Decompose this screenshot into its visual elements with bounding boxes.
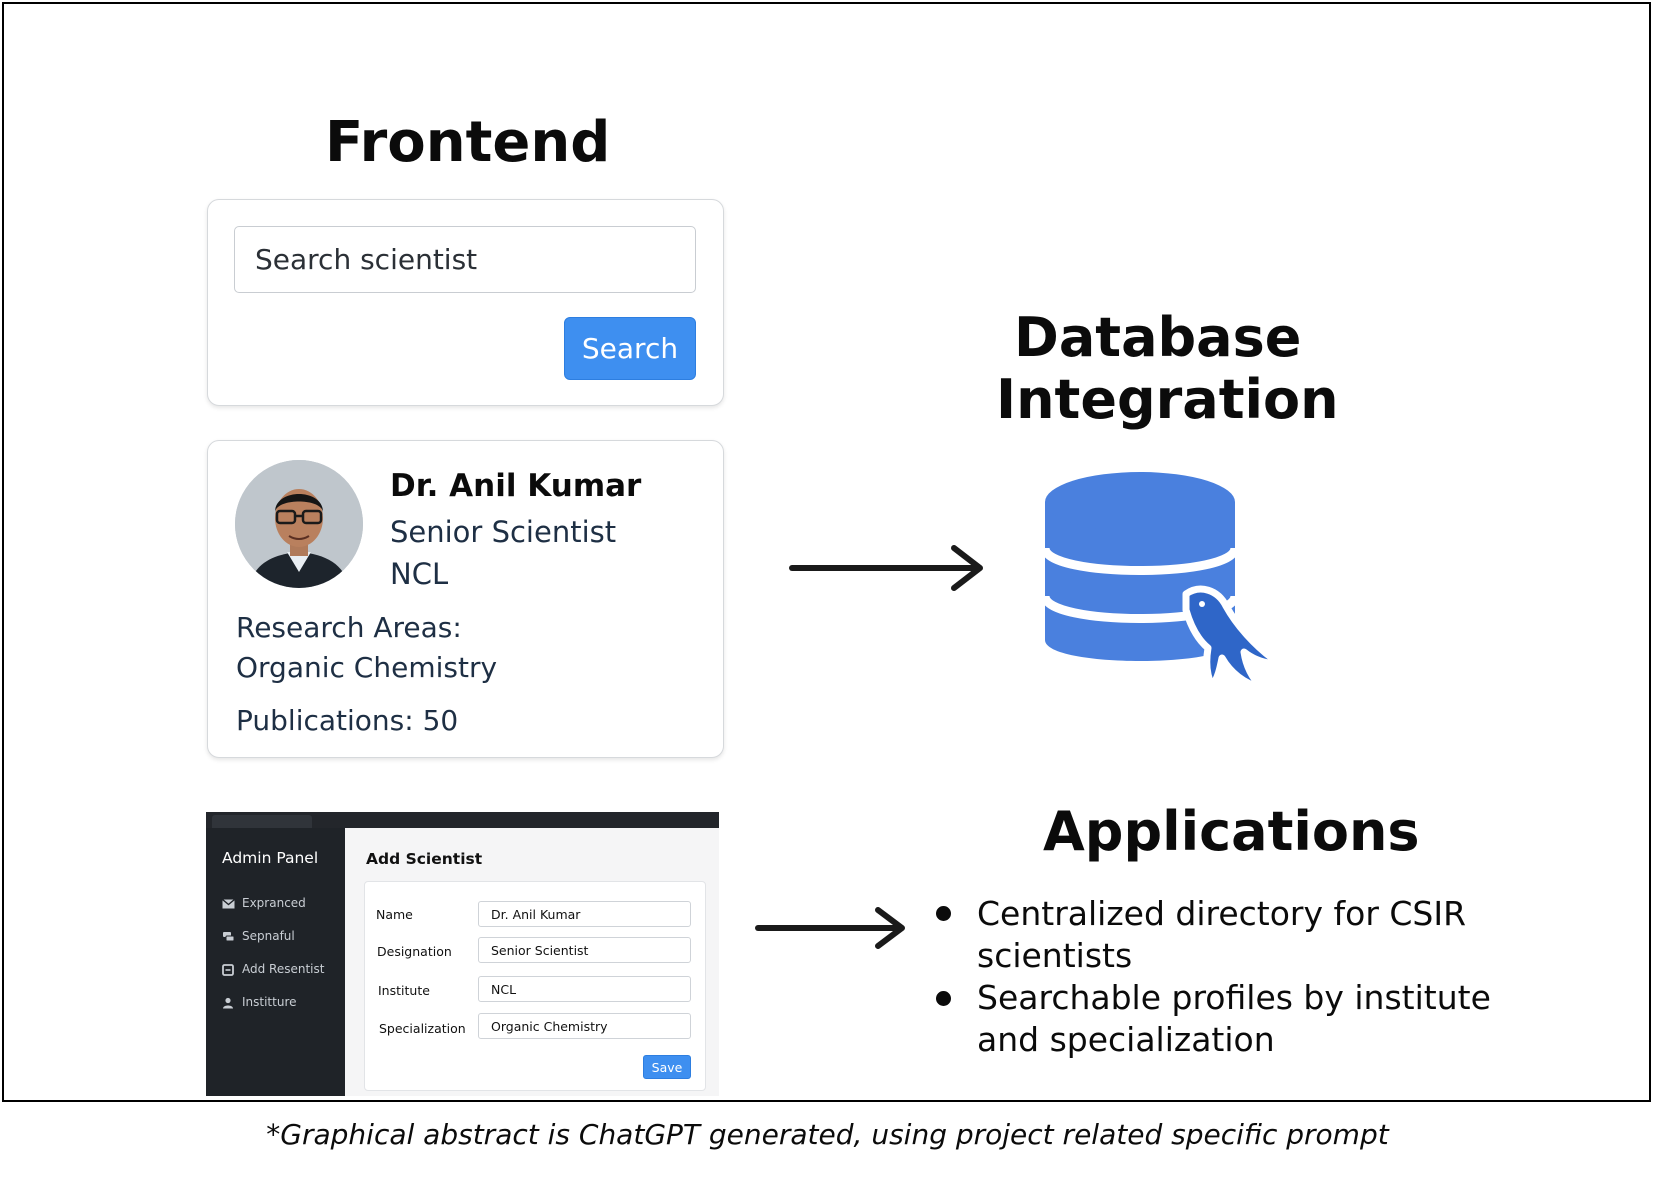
name-field[interactable] <box>478 901 691 927</box>
bullet-dot <box>936 991 951 1006</box>
field-label-institute: Institute <box>378 983 430 998</box>
research-areas-label: Research Areas: <box>236 611 462 644</box>
profile-name: Dr. Anil Kumar <box>390 468 642 504</box>
sidebar-item-label: Expranced <box>242 896 306 910</box>
add-box-icon <box>222 964 234 976</box>
specialization-field[interactable] <box>478 1013 691 1039</box>
database-title-line1: Database <box>1014 306 1302 369</box>
frontend-title: Frontend <box>325 110 611 175</box>
chat-icon <box>223 932 235 942</box>
field-label-designation: Designation <box>377 944 452 959</box>
figure-caption: *Graphical abstract is ChatGPT generated… <box>266 1118 1389 1151</box>
database-dolphin-icon <box>1040 472 1284 692</box>
application-item: Searchable profiles by institute and spe… <box>977 977 1617 1061</box>
bullet-dot <box>936 906 951 921</box>
sidebar-item-label: Institture <box>242 995 297 1009</box>
application-item-line1: Centralized directory for CSIR <box>977 894 1467 933</box>
database-title-line2: Integration <box>996 368 1339 431</box>
admin-panel-title: Admin Panel <box>222 849 319 867</box>
user-icon <box>223 997 233 1009</box>
sidebar-item-institture[interactable]: Institture <box>222 995 342 1015</box>
applications-title: Applications <box>1043 800 1420 863</box>
application-item-line2: and specialization <box>977 1020 1275 1059</box>
designation-field[interactable] <box>478 937 691 963</box>
institute-field[interactable] <box>478 976 691 1002</box>
add-scientist-title: Add Scientist <box>366 850 483 868</box>
application-item-line1: Searchable profiles by institute <box>977 978 1491 1017</box>
field-label-name: Name <box>376 907 413 922</box>
search-button[interactable]: Search <box>564 317 696 380</box>
profile-designation: Senior Scientist <box>390 515 617 549</box>
avatar <box>235 460 363 588</box>
admin-panel-window: Admin Panel Expranced Sepnaful Add Resen… <box>206 812 719 1096</box>
field-label-specialization: Specialization <box>379 1021 466 1036</box>
arrow-to-database <box>789 545 983 591</box>
sidebar-item-label: Sepnaful <box>242 929 295 943</box>
search-input[interactable] <box>234 226 696 293</box>
window-tab <box>212 815 312 828</box>
application-item: Centralized directory for CSIR scientist… <box>977 893 1617 977</box>
sidebar-item-add-resentist[interactable]: Add Resentist <box>222 962 342 982</box>
sidebar-item-sepnaful[interactable]: Sepnaful <box>222 929 342 949</box>
arrow-to-applications <box>755 907 905 949</box>
application-item-line2: scientists <box>977 936 1133 975</box>
mail-icon <box>222 899 235 909</box>
publications-count: Publications: 50 <box>236 704 459 737</box>
profile-institute: NCL <box>390 557 449 591</box>
sidebar-item-label: Add Resentist <box>242 962 325 976</box>
research-areas-value: Organic Chemistry <box>236 651 498 684</box>
save-button[interactable]: Save <box>643 1055 691 1079</box>
sidebar-item-expranced[interactable]: Expranced <box>222 896 342 916</box>
